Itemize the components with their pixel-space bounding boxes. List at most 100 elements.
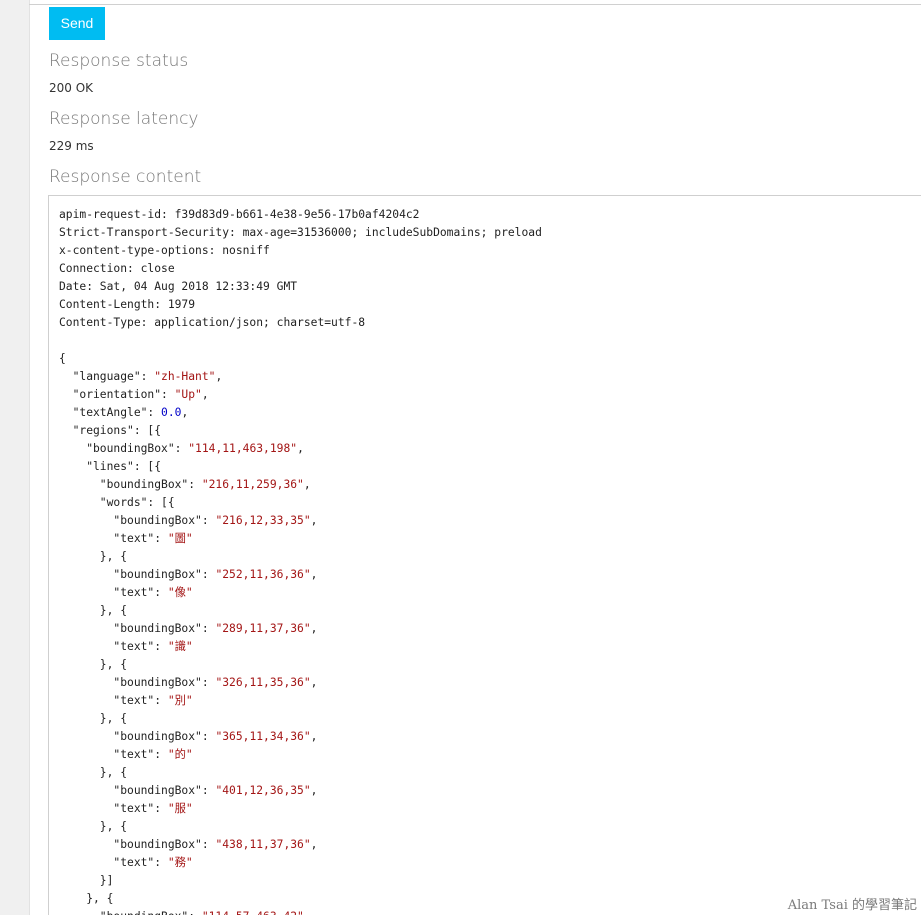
json-punctuation: "text": — [59, 694, 168, 707]
json-body-line: "text": "像" — [59, 584, 542, 602]
json-string: "服" — [167, 802, 193, 815]
json-punctuation: "boundingBox": — [59, 478, 202, 491]
left-rail — [0, 0, 30, 915]
json-body-line: }, { — [59, 602, 542, 620]
json-body-line: "text": "識" — [59, 638, 542, 656]
json-punctuation: "boundingBox": — [59, 622, 216, 635]
json-punctuation: , — [297, 442, 304, 455]
top-divider — [29, 4, 921, 5]
json-punctuation: }, { — [59, 604, 128, 617]
json-punctuation: , — [303, 478, 311, 491]
json-body-line: }, { — [59, 890, 542, 908]
response-content-code: apim-request-id: f39d83d9-b661-4e38-9e56… — [59, 206, 542, 915]
json-string: "zh-Hant" — [154, 370, 216, 383]
json-string: "Up" — [174, 388, 202, 401]
json-body-line: "boundingBox": "326,11,35,36", — [59, 674, 542, 692]
json-punctuation: "language": — [59, 370, 155, 383]
json-string: "252,11,36,36" — [215, 568, 311, 581]
json-punctuation: }, { — [59, 550, 128, 563]
json-punctuation: "boundingBox": — [59, 730, 216, 743]
json-punctuation: "regions": [{ — [59, 424, 162, 437]
json-punctuation: "orientation": — [59, 388, 175, 401]
json-string: "289,11,37,36" — [215, 622, 311, 635]
json-string: "114,57,463,42" — [202, 910, 304, 915]
json-punctuation: , — [201, 388, 209, 401]
response-header-line: Connection: close — [59, 262, 175, 275]
json-body-line: { — [59, 350, 542, 368]
response-header-line: Strict-Transport-Security: max-age=31536… — [59, 226, 542, 239]
json-string: "別" — [167, 694, 193, 707]
response-header-line: Content-Type: application/json; charset=… — [59, 316, 366, 329]
json-punctuation: { — [59, 352, 66, 365]
json-body-line: "boundingBox": "438,11,37,36", — [59, 836, 542, 854]
json-punctuation: , — [181, 406, 189, 419]
json-punctuation: "boundingBox": — [59, 514, 216, 527]
json-body-line: "text": "別" — [59, 692, 542, 710]
response-latency-value: 229 ms — [49, 139, 94, 153]
json-body-line: "boundingBox": "365,11,34,36", — [59, 728, 542, 746]
json-body-line: "lines": [{ — [59, 458, 542, 476]
response-header-line: Content-Length: 1979 — [59, 298, 196, 311]
response-status-heading: Response status — [49, 51, 189, 71]
json-body-line: "text": "務" — [59, 854, 542, 872]
json-punctuation: "text": — [59, 586, 168, 599]
json-string: "務" — [167, 856, 193, 869]
response-status-value: 200 OK — [49, 81, 94, 95]
json-punctuation: , — [310, 622, 318, 635]
json-body-line: "orientation": "Up", — [59, 386, 542, 404]
watermark: Alan Tsai 的學習筆記 — [787, 894, 917, 913]
json-body-line: "boundingBox": "289,11,37,36", — [59, 620, 542, 638]
response-header-line: apim-request-id: f39d83d9-b661-4e38-9e56… — [59, 208, 420, 221]
json-body-line: "text": "圖" — [59, 530, 542, 548]
json-body-line: "text": "的" — [59, 746, 542, 764]
json-punctuation: }, { — [59, 820, 128, 833]
json-punctuation: }, { — [59, 766, 128, 779]
json-body-line: }] — [59, 872, 542, 890]
json-punctuation: "boundingBox": — [59, 442, 189, 455]
json-punctuation: "textAngle": — [59, 406, 162, 419]
json-punctuation: "boundingBox": — [59, 910, 202, 915]
json-body-line: }, { — [59, 818, 542, 836]
json-body-line: }, { — [59, 764, 542, 782]
json-punctuation: "boundingBox": — [59, 784, 216, 797]
response-header-line: Date: Sat, 04 Aug 2018 12:33:49 GMT — [59, 280, 298, 293]
json-body-line: "text": "服" — [59, 800, 542, 818]
json-body-line: "boundingBox": "114,11,463,198", — [59, 440, 542, 458]
json-string: "216,12,33,35" — [215, 514, 311, 527]
json-string: "識" — [167, 640, 193, 653]
json-punctuation: "text": — [59, 532, 168, 545]
json-string: "114,11,463,198" — [188, 442, 298, 455]
json-string: "438,11,37,36" — [215, 838, 311, 851]
json-punctuation: }, { — [59, 892, 114, 905]
send-button[interactable]: Send — [49, 7, 105, 40]
json-punctuation: , — [310, 676, 318, 689]
json-string: "365,11,34,36" — [215, 730, 311, 743]
json-number: 0.0 — [161, 406, 182, 419]
json-punctuation: }, { — [59, 712, 128, 725]
json-punctuation: , — [304, 910, 311, 915]
json-punctuation: "words": [{ — [59, 496, 175, 509]
json-body-line: }, { — [59, 710, 542, 728]
json-string: "401,12,36,35" — [215, 784, 311, 797]
json-punctuation: "text": — [59, 802, 168, 815]
json-punctuation: }, { — [59, 658, 128, 671]
json-body-line: "textAngle": 0.0, — [59, 404, 542, 422]
json-body-line: }, { — [59, 656, 542, 674]
response-latency-heading: Response latency — [49, 109, 199, 129]
response-content-heading: Response content — [49, 167, 202, 187]
json-punctuation: , — [310, 730, 318, 743]
json-punctuation: "text": — [59, 748, 168, 761]
json-body-line: "boundingBox": "401,12,36,35", — [59, 782, 542, 800]
json-body-line: "boundingBox": "216,11,259,36", — [59, 476, 542, 494]
json-punctuation: , — [310, 784, 318, 797]
json-body-line: "regions": [{ — [59, 422, 542, 440]
json-string: "的" — [167, 748, 193, 761]
json-punctuation: , — [310, 838, 318, 851]
json-body-line: }, { — [59, 548, 542, 566]
json-body-line: "boundingBox": "114,57,463,42", — [59, 908, 542, 915]
json-punctuation: "boundingBox": — [59, 838, 216, 851]
response-header-line: x-content-type-options: nosniff — [59, 244, 270, 257]
response-content-panel[interactable]: apim-request-id: f39d83d9-b661-4e38-9e56… — [48, 195, 921, 915]
json-body-line: "boundingBox": "216,12,33,35", — [59, 512, 542, 530]
